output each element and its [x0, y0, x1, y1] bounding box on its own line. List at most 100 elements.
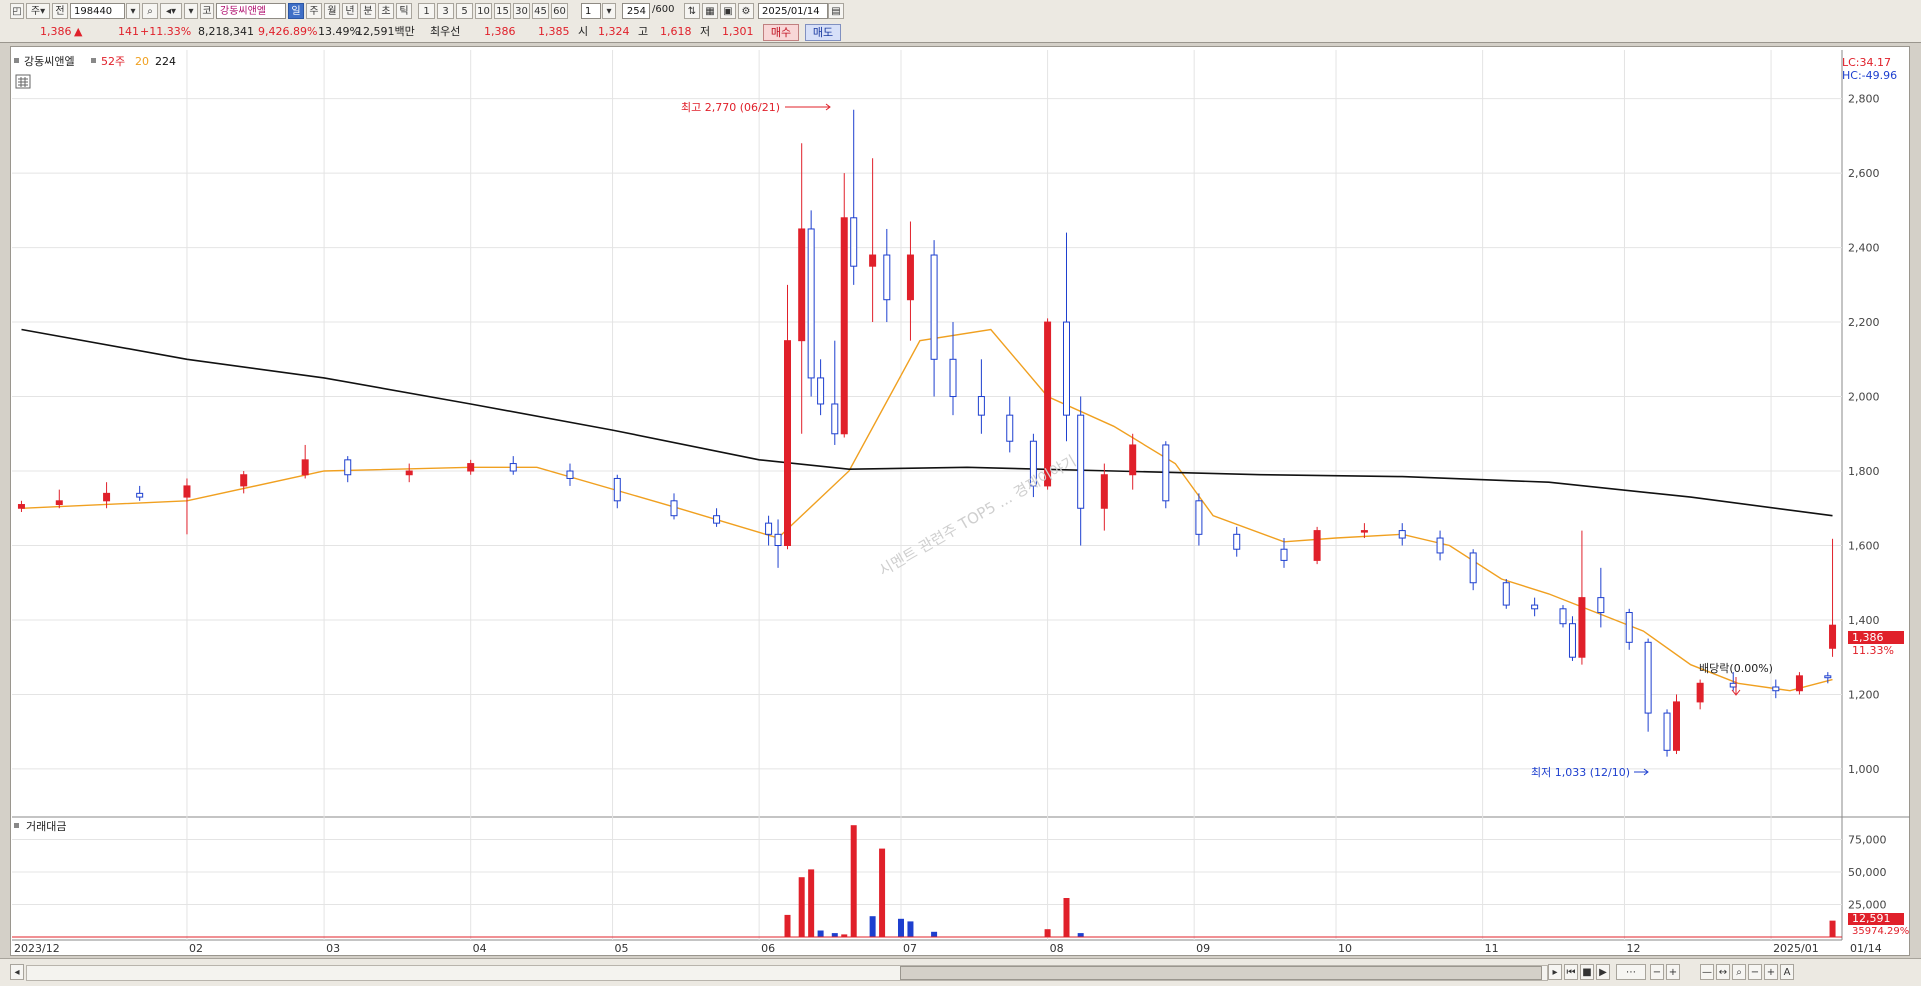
zoom-in-icon[interactable]: + — [1764, 964, 1778, 980]
low-annotation: 최저 1,033 (12/10) — [1531, 766, 1630, 779]
legend-ma224: 224 — [155, 55, 176, 68]
volume-bar — [798, 877, 805, 937]
minus-icon[interactable]: − — [1650, 964, 1664, 980]
candle-body — [1696, 682, 1704, 703]
candle-body — [1006, 414, 1014, 442]
volume-bar — [808, 869, 815, 937]
candle-body — [949, 358, 957, 398]
candle-body — [831, 403, 839, 435]
candle-body — [1469, 552, 1477, 584]
candle-body — [1729, 682, 1737, 688]
candle-body — [1795, 675, 1803, 692]
candle-body — [1502, 582, 1510, 606]
current-price-tag-text: 1,386 — [1852, 631, 1884, 644]
text-icon[interactable]: A — [1780, 964, 1794, 980]
candle-body — [17, 504, 25, 509]
x-tick-label: 02 — [189, 942, 203, 955]
legend-square-icon — [91, 58, 96, 63]
x-tick-label: 06 — [761, 942, 775, 955]
candle-body — [1436, 537, 1444, 554]
candle-body — [1062, 321, 1070, 416]
y-tick-label: 2,400 — [1848, 242, 1880, 255]
x-tick-label: 11 — [1485, 942, 1499, 955]
volume-tick-label: 75,000 — [1848, 834, 1887, 847]
candle-body — [1360, 530, 1368, 533]
candle-body — [930, 254, 938, 360]
volume-bar — [850, 825, 857, 937]
x-tick-label: 07 — [903, 942, 917, 955]
candle-body — [1313, 530, 1321, 561]
x-tick-label: 01/14 — [1850, 942, 1882, 955]
candle-body — [1559, 608, 1567, 625]
volume-ratio-text: 35974.29% — [1852, 926, 1909, 937]
candle-body — [1044, 321, 1052, 487]
candle-body — [301, 459, 309, 476]
candle-body — [1663, 712, 1671, 751]
legend-stock: 강동씨앤엘 — [24, 55, 75, 68]
volume-bar — [897, 918, 904, 937]
y-tick-label: 2,000 — [1848, 391, 1880, 404]
candle-body — [869, 254, 877, 267]
current-pct-text: 11.33% — [1852, 644, 1894, 657]
x-tick-label: 12 — [1626, 942, 1640, 955]
fit-icon[interactable]: ↔ — [1716, 964, 1730, 980]
y-tick-label: 2,600 — [1848, 167, 1880, 180]
volume-bar — [831, 933, 838, 937]
volume-plot-bg — [12, 815, 1842, 940]
volume-bar — [869, 916, 876, 937]
candle-body — [55, 500, 63, 506]
candle-body — [405, 470, 413, 476]
scroll-left-icon[interactable]: ◂ — [10, 964, 24, 980]
plus-icon[interactable]: + — [1666, 964, 1680, 980]
candle-body — [566, 470, 574, 479]
candle-body — [977, 396, 985, 416]
scroll-right-icon[interactable]: ▸ — [1548, 964, 1562, 980]
x-tick-label: 03 — [326, 942, 340, 955]
scrollbar-thumb[interactable] — [900, 966, 1542, 980]
y-tick-label: 1,000 — [1848, 763, 1880, 776]
candle-body — [798, 228, 806, 342]
volume-square-icon — [14, 823, 19, 828]
legend-ma20: 20 — [135, 55, 149, 68]
zoom-out-icon[interactable]: − — [1748, 964, 1762, 980]
volume-bar — [1063, 898, 1070, 937]
volume-bar — [817, 930, 824, 937]
line-icon[interactable]: — — [1700, 964, 1714, 980]
candle-body — [713, 515, 721, 524]
y-tick-label: 1,600 — [1848, 539, 1880, 552]
y-tick-label: 2,800 — [1848, 93, 1880, 106]
first-icon[interactable]: ⏮ — [1564, 964, 1578, 980]
candle-body — [817, 377, 825, 405]
candle-body — [1824, 675, 1832, 679]
volume-tick-label: 25,000 — [1848, 899, 1887, 912]
candle-body — [1578, 597, 1586, 658]
candle-body — [1129, 444, 1137, 476]
candle-body — [344, 459, 352, 476]
candle-body — [467, 463, 475, 472]
candle-body — [840, 217, 848, 435]
candle-body — [765, 522, 773, 535]
stop-icon[interactable]: ■ — [1580, 964, 1594, 980]
candle-body — [509, 463, 517, 472]
candle-body — [103, 492, 111, 502]
x-tick-label: 2025/01 — [1773, 942, 1819, 955]
x-tick-label: 05 — [615, 942, 629, 955]
x-tick-label: 10 — [1338, 942, 1352, 955]
candle-body — [240, 474, 248, 487]
candle-body — [883, 254, 891, 301]
candle-body — [136, 492, 144, 498]
volume-bar — [907, 921, 914, 937]
zoom-icon[interactable]: ⌕ — [1732, 964, 1746, 980]
candle-body — [1672, 701, 1680, 751]
candle-body — [906, 254, 914, 301]
x-tick-label: 04 — [473, 942, 487, 955]
volume-bar — [1044, 929, 1051, 937]
y-tick-label: 1,400 — [1848, 614, 1880, 627]
candle-body — [613, 477, 621, 502]
range-icon[interactable]: ⋯ — [1616, 964, 1646, 980]
candle-body — [1162, 444, 1170, 502]
dividend-annotation: 배당락(0.00%) — [1699, 662, 1773, 675]
play-icon[interactable]: ▶ — [1596, 964, 1610, 980]
y-tick-label: 2,200 — [1848, 316, 1880, 329]
candle-body — [1280, 548, 1288, 561]
